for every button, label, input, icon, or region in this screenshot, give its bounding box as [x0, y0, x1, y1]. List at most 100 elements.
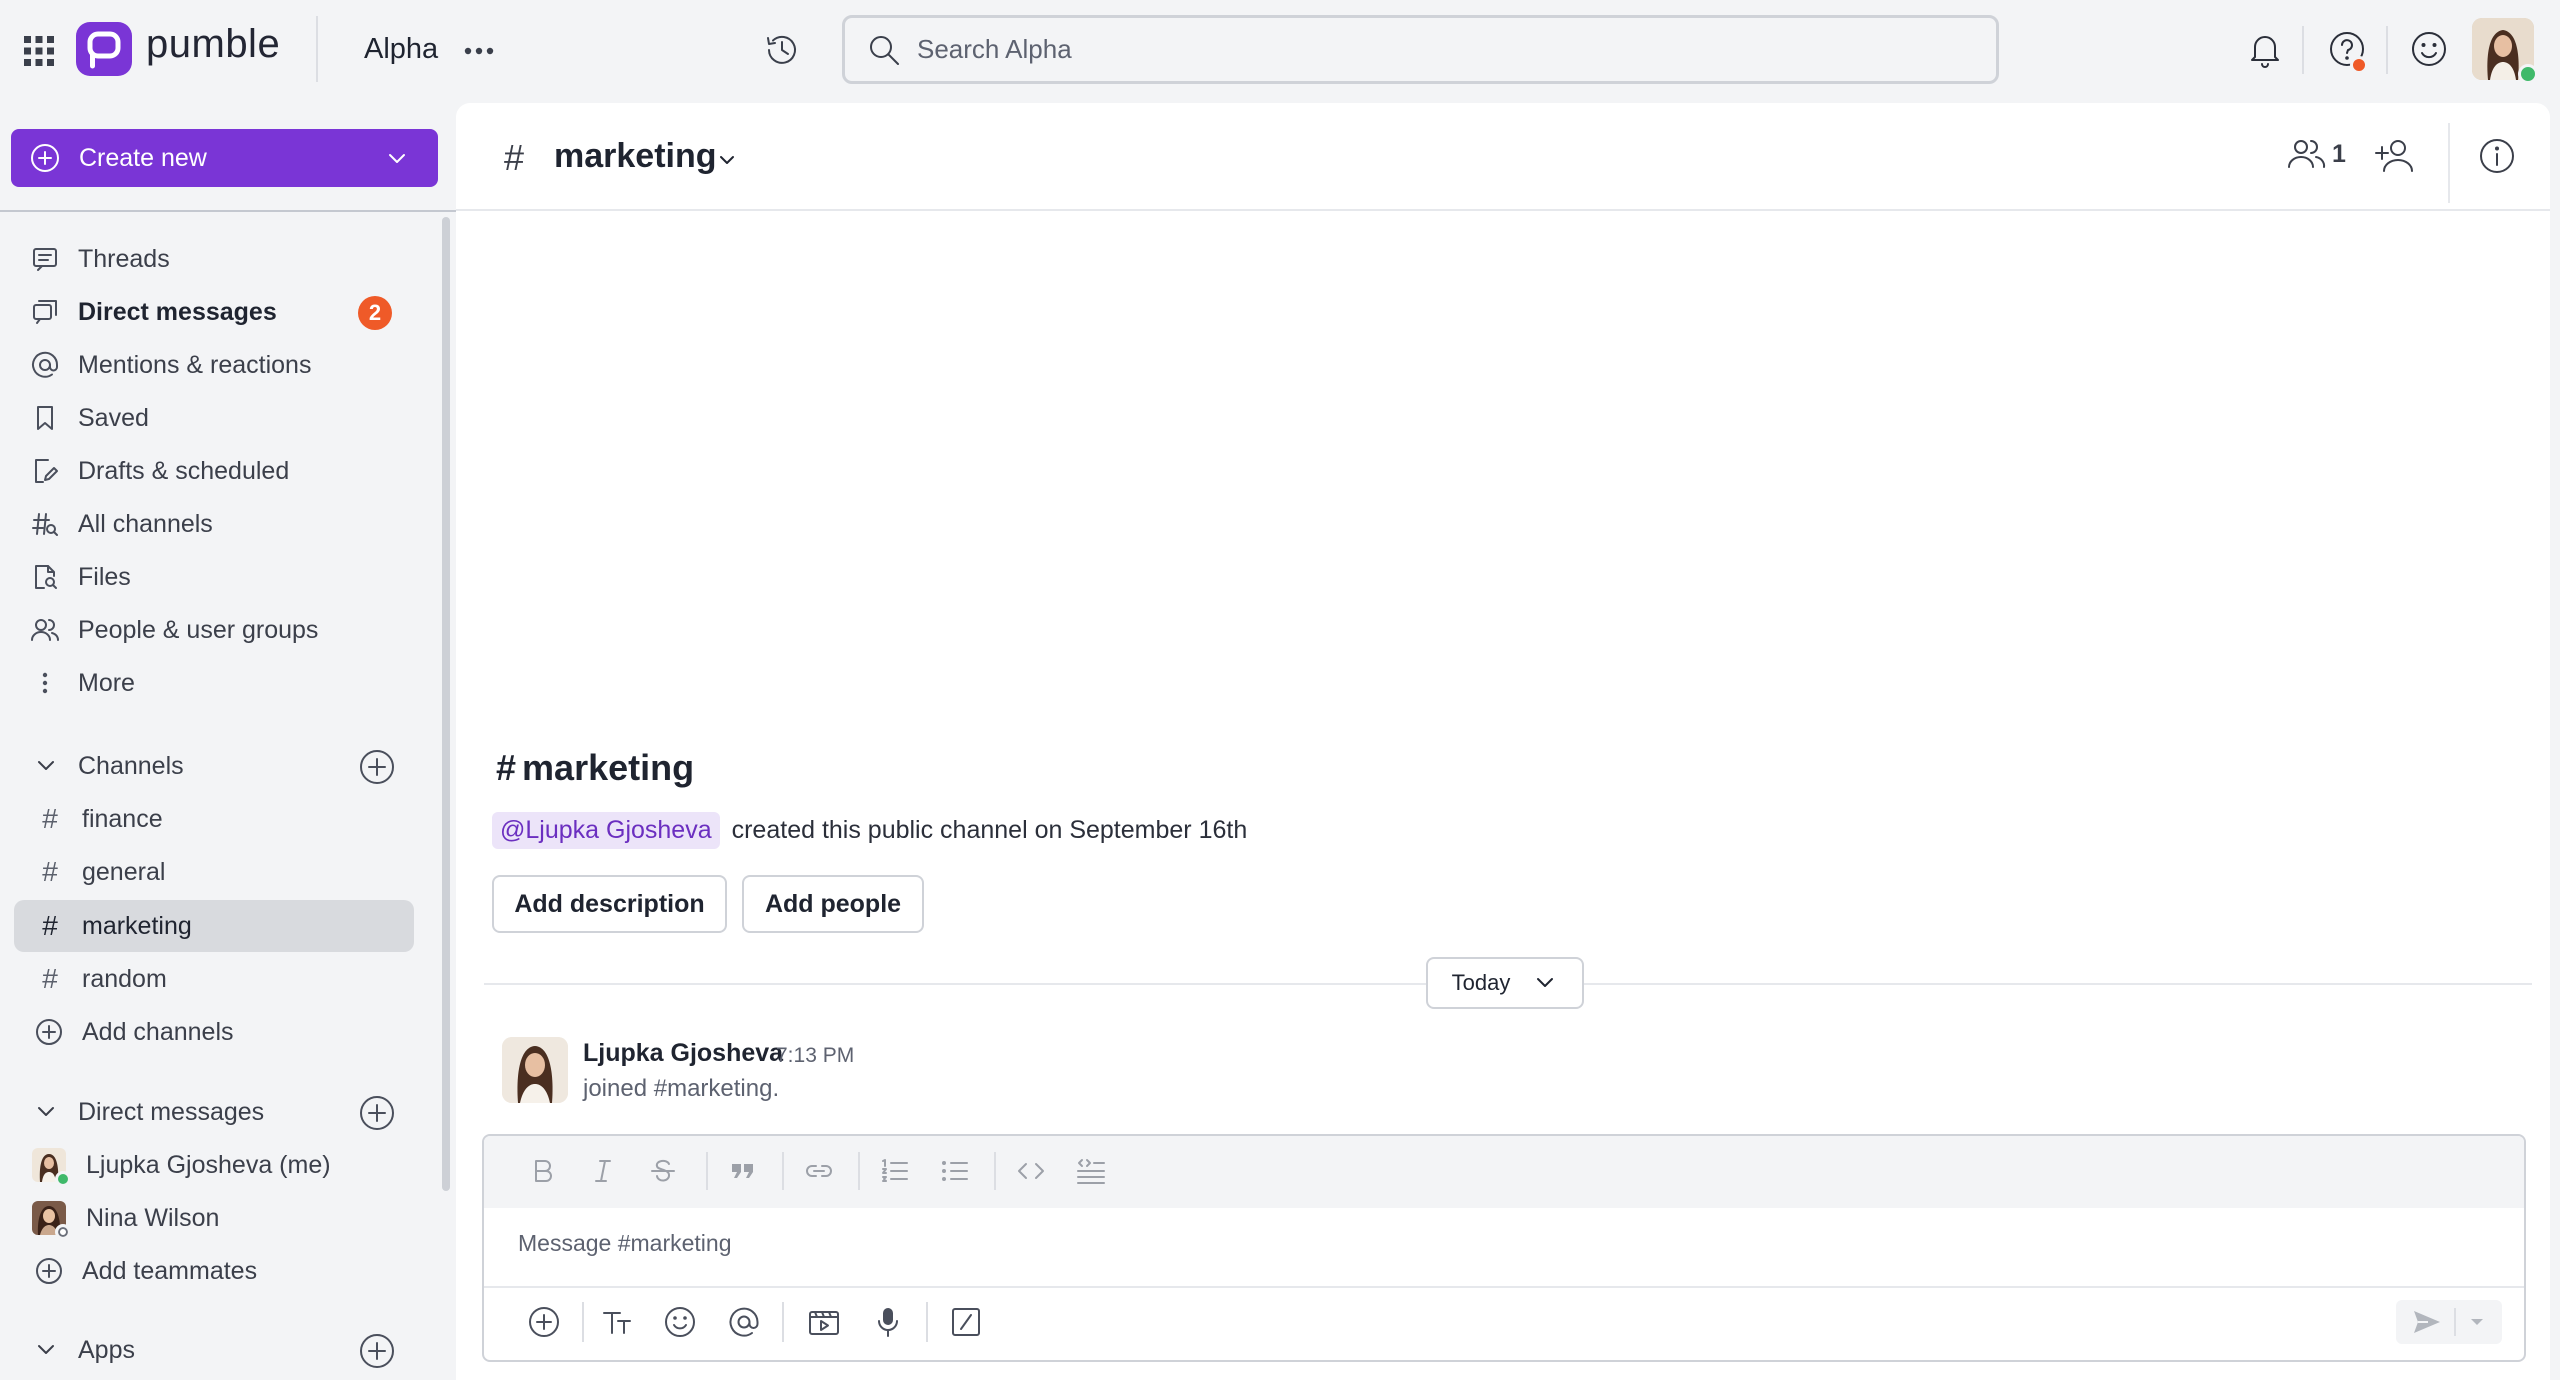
add-channel-icon[interactable] [358, 748, 396, 786]
offline-status-dot [55, 1224, 71, 1240]
search-input[interactable] [917, 34, 1917, 65]
status-emoji-icon[interactable] [2408, 28, 2450, 70]
direct-messages-icon [33, 300, 57, 324]
add-app-icon[interactable] [358, 1332, 396, 1370]
sidebar-item-mentions[interactable]: Mentions & reactions [14, 340, 432, 390]
italic-icon[interactable] [586, 1154, 620, 1188]
sidebar-item-saved[interactable]: Saved [14, 393, 432, 443]
text-format-icon[interactable] [600, 1304, 636, 1340]
chevron-down-icon[interactable] [32, 1336, 60, 1364]
message-composer [482, 1134, 2526, 1362]
sidebar-scrollbar[interactable] [442, 217, 450, 1191]
divider [926, 1302, 928, 1342]
divider [782, 1302, 784, 1342]
channel-created-text: created this public channel on September… [731, 816, 1248, 844]
avatar[interactable] [502, 1037, 568, 1103]
add-teammates-label: Add teammates [82, 1256, 258, 1285]
sidebar-item-more[interactable]: More [14, 658, 432, 708]
channel-item-general[interactable]: # general [14, 846, 414, 898]
code-block-icon[interactable] [1074, 1154, 1108, 1188]
date-divider-button[interactable]: Today [1426, 957, 1584, 1009]
plus-circle-icon [36, 1019, 62, 1045]
apps-section-header: Apps [14, 1325, 432, 1375]
chevron-down-icon[interactable] [2466, 1311, 2488, 1333]
add-description-button[interactable]: Add description [492, 875, 727, 933]
channel-view: # marketing 1 # marketing @Ljupka Gjoshev… [456, 103, 2550, 1380]
search-bar[interactable] [842, 15, 1999, 84]
sidebar-item-all-channels[interactable]: All channels [14, 499, 432, 549]
brand-name: pumble [146, 22, 281, 66]
channel-intro-line: @Ljupka Gjosheva created this public cha… [492, 812, 1247, 849]
apps-grid-icon[interactable] [22, 34, 56, 68]
add-dm-icon[interactable] [358, 1094, 396, 1132]
channel-item-finance[interactable]: # finance [14, 793, 414, 845]
channel-label: finance [82, 804, 163, 833]
sidebar-item-threads[interactable]: Threads [14, 234, 432, 284]
add-teammates-button[interactable]: Add teammates [14, 1245, 414, 1297]
avatar [32, 1201, 71, 1240]
slash-command-icon[interactable] [948, 1304, 984, 1340]
section-title[interactable]: Direct messages [78, 1098, 264, 1127]
drafts-icon [35, 459, 58, 483]
sidebar-item-people[interactable]: People & user groups [14, 605, 432, 655]
hash-icon: # [42, 910, 58, 941]
sidebar-item-label: Direct messages [78, 297, 277, 326]
creator-mention[interactable]: @Ljupka Gjosheva [492, 812, 720, 849]
info-icon[interactable] [2476, 135, 2518, 177]
members-button[interactable]: 1 [2286, 135, 2346, 173]
send-button-group [2396, 1300, 2502, 1344]
add-person-icon[interactable] [2374, 135, 2418, 175]
channel-intro-title: # marketing [496, 747, 694, 789]
section-title[interactable]: Apps [78, 1336, 135, 1365]
sidebar-item-label: Threads [78, 244, 170, 273]
video-clip-icon[interactable] [806, 1304, 842, 1340]
chevron-down-icon[interactable] [32, 752, 60, 780]
workspace-name[interactable]: Alpha [364, 33, 438, 66]
sidebar-item-direct-messages[interactable]: Direct messages 2 [14, 287, 432, 337]
message-author[interactable]: Ljupka Gjosheva [583, 1039, 783, 1068]
plus-circle-icon[interactable] [526, 1304, 562, 1340]
chevron-down-icon[interactable] [712, 145, 742, 175]
message-input[interactable] [518, 1230, 2418, 1257]
bell-icon[interactable] [2244, 28, 2286, 70]
bold-icon[interactable] [526, 1154, 560, 1188]
channel-label: marketing [82, 911, 192, 940]
section-title[interactable]: Channels [78, 752, 184, 781]
channel-label: general [82, 857, 166, 886]
plus-circle-icon [36, 1258, 62, 1284]
link-icon[interactable] [802, 1154, 836, 1188]
divider [0, 210, 456, 212]
numbered-list-icon[interactable] [878, 1154, 912, 1188]
create-new-button[interactable]: Create new [11, 129, 438, 187]
strikethrough-icon[interactable] [646, 1154, 680, 1188]
send-icon[interactable] [2410, 1305, 2444, 1339]
sidebar-item-files[interactable]: Files [14, 552, 432, 602]
sidebar-item-label: Drafts & scheduled [78, 456, 290, 485]
add-channels-button[interactable]: Add channels [14, 1006, 414, 1058]
sidebar-item-drafts[interactable]: Drafts & scheduled [14, 446, 432, 496]
divider [706, 1152, 708, 1190]
dm-item-ljupka[interactable]: Ljupka Gjosheva (me) [14, 1139, 414, 1191]
quote-icon[interactable] [726, 1154, 760, 1188]
more-horizontal-icon[interactable] [462, 34, 496, 68]
chevron-down-icon[interactable] [32, 1098, 60, 1126]
history-icon[interactable] [762, 30, 802, 70]
divider [484, 1286, 2524, 1288]
sidebar-item-label: Files [78, 562, 131, 591]
dm-item-nina[interactable]: Nina Wilson [14, 1192, 414, 1244]
message-timestamp[interactable]: 7:13 PM [776, 1044, 854, 1068]
bulleted-list-icon[interactable] [938, 1154, 972, 1188]
channel-item-random[interactable]: # random [14, 953, 414, 1005]
at-icon [32, 351, 59, 378]
channel-intro-name: marketing [522, 747, 695, 788]
add-people-button[interactable]: Add people [742, 875, 924, 933]
channel-item-marketing[interactable]: # marketing [14, 900, 414, 952]
microphone-icon[interactable] [870, 1304, 906, 1340]
divider [316, 16, 318, 82]
create-new-label: Create new [79, 143, 207, 172]
mention-icon[interactable] [726, 1304, 762, 1340]
channel-title[interactable]: marketing [554, 137, 717, 176]
emoji-icon[interactable] [662, 1304, 698, 1340]
add-channels-label: Add channels [82, 1017, 234, 1046]
code-icon[interactable] [1014, 1154, 1048, 1188]
